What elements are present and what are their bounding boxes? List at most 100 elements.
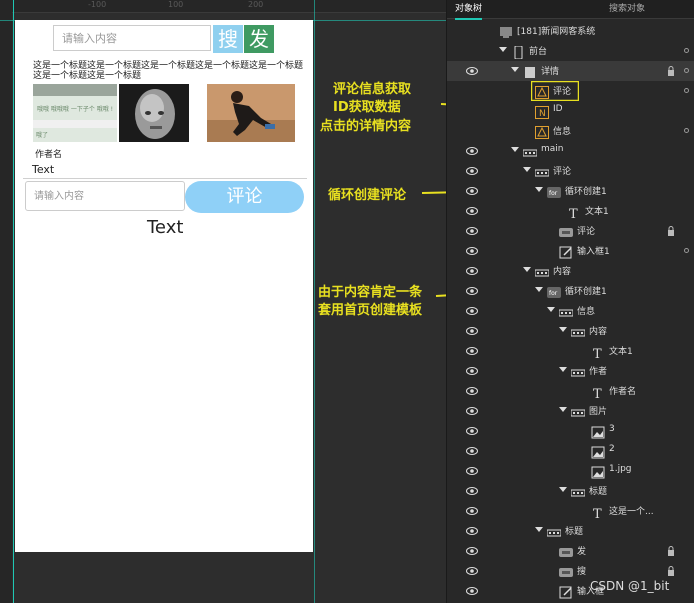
annotation-template-reuse: 套用首页创建模板 [318,303,423,318]
tree-row[interactable]: T 文本1 [447,341,694,362]
tab-search-object[interactable]: 搜索对象 [609,0,645,18]
app-icon [499,24,513,38]
svg-text:T: T [593,387,602,399]
tree-row[interactable]: 标题 [447,521,694,541]
tree-row[interactable]: 信息 [447,121,694,141]
search-input[interactable]: 请输入内容 [53,25,211,51]
tree-row[interactable]: 评论 [447,81,694,101]
expand-chevron-icon[interactable] [559,327,567,332]
visibility-eye-icon[interactable] [466,445,478,457]
visibility-eye-icon[interactable] [466,545,478,557]
tree-row[interactable]: 图片 [447,401,694,421]
visibility-eye-icon[interactable] [466,265,478,277]
annotation-comment-fetch: 评论信息获取 [333,82,412,97]
visibility-eye-icon[interactable] [466,365,478,377]
visibility-eye-icon[interactable] [466,565,478,577]
tree-row[interactable]: 评论 [447,221,694,241]
tree-row[interactable]: N ID [447,101,694,121]
status-circle-icon[interactable] [684,68,689,73]
tree-row[interactable]: main [447,141,694,161]
tree-row[interactable]: 作者 [447,361,694,381]
visibility-eye-icon[interactable] [466,345,478,357]
tree-row[interactable]: 前台 [447,41,694,61]
visibility-eye-icon[interactable] [466,505,478,517]
status-circle-icon[interactable] [684,128,689,133]
visibility-eye-icon[interactable] [466,425,478,437]
visibility-eye-icon[interactable] [466,325,478,337]
visibility-eye-icon[interactable] [466,405,478,417]
status-circle-icon[interactable] [684,88,689,93]
tree-row[interactable]: T 作者名 [447,381,694,402]
phone-preview: 请输入内容 搜 发 这是一个标题这是一个标题这是一个标题这是一个标题这是一个标题… [15,20,313,552]
tree-row[interactable]: [181]新闻网客系统 [447,21,694,41]
tree-row[interactable]: 搜 [447,561,694,581]
tree-row[interactable]: for 循环创建1 [447,281,694,301]
expand-chevron-icon[interactable] [499,47,507,52]
expand-chevron-icon[interactable] [523,267,531,272]
expand-chevron-icon[interactable] [511,67,519,72]
visibility-eye-icon[interactable] [466,305,478,317]
expand-chevron-icon[interactable] [559,487,567,492]
tree-row-label: 1.jpg [609,464,632,474]
publish-button[interactable]: 发 [244,25,274,53]
visibility-eye-icon[interactable] [466,205,478,217]
lock-icon[interactable] [667,546,675,556]
visibility-eye-icon[interactable] [466,585,478,597]
image-icon [591,444,605,459]
annotation-loop-comment: 循环创建评论 [328,188,407,203]
tree-row[interactable]: 详情 [447,61,694,81]
tree-row[interactable]: 3 [447,421,694,441]
tree-row[interactable]: 发 [447,541,694,561]
visibility-eye-icon[interactable] [466,165,478,177]
lock-icon[interactable] [667,66,675,76]
expand-chevron-icon[interactable] [535,527,543,532]
left-ruler [0,12,12,603]
tree-row[interactable]: 输入框1 [447,241,694,261]
tree-row-label: 标题 [589,487,608,497]
visibility-eye-icon[interactable] [466,485,478,497]
expand-chevron-icon[interactable] [535,287,543,292]
tree-row[interactable]: 标题 [447,481,694,501]
expand-chevron-icon[interactable] [559,367,567,372]
phone-icon [511,44,525,60]
visibility-eye-icon[interactable] [466,245,478,257]
tree-row[interactable]: T 文本1 [447,201,694,222]
expand-chevron-icon[interactable] [523,167,531,172]
panel-tabs: 对象树 搜索对象 [447,0,694,20]
tree-row[interactable]: 2 [447,441,694,461]
visibility-eye-icon[interactable] [466,145,478,157]
comment-button[interactable]: 评论 [185,181,304,213]
status-circle-icon[interactable] [684,248,689,253]
tree-row-label: 作者 [589,367,608,377]
text-label: Text [147,217,184,238]
visibility-eye-icon[interactable] [466,65,478,77]
search-button[interactable]: 搜 [213,25,243,53]
tree-row[interactable]: for 循环创建1 [447,181,694,201]
tree-row[interactable]: 内容 [447,321,694,341]
lock-icon[interactable] [667,566,675,576]
visibility-eye-icon[interactable] [466,225,478,237]
tree-row[interactable]: 评论 [447,161,694,181]
tab-object-tree[interactable]: 对象树 [455,0,483,20]
status-circle-icon[interactable] [684,48,689,53]
lock-icon[interactable] [667,226,675,236]
expand-chevron-icon[interactable] [559,407,567,412]
visibility-eye-icon[interactable] [466,525,478,537]
tree-row-label: 文本1 [585,207,609,217]
highlight-box [531,81,579,101]
tree-row[interactable]: 1.jpg [447,461,694,481]
tree-row[interactable]: T 这是一个... [447,501,694,522]
watermark: CSDN @1_bit [590,579,670,593]
expand-chevron-icon[interactable] [535,187,543,192]
comment-input[interactable]: 请输入内容 [25,181,185,211]
visibility-eye-icon[interactable] [466,285,478,297]
visibility-eye-icon[interactable] [466,465,478,477]
ruler-tick: -100 [88,0,107,9]
visibility-eye-icon[interactable] [466,185,478,197]
expand-chevron-icon[interactable] [547,307,555,312]
visibility-eye-icon[interactable] [466,385,478,397]
tree-row-label: 前台 [529,47,548,57]
tree-row[interactable]: 内容 [447,261,694,281]
tree-row[interactable]: 信息 [447,301,694,321]
expand-chevron-icon[interactable] [511,147,519,152]
